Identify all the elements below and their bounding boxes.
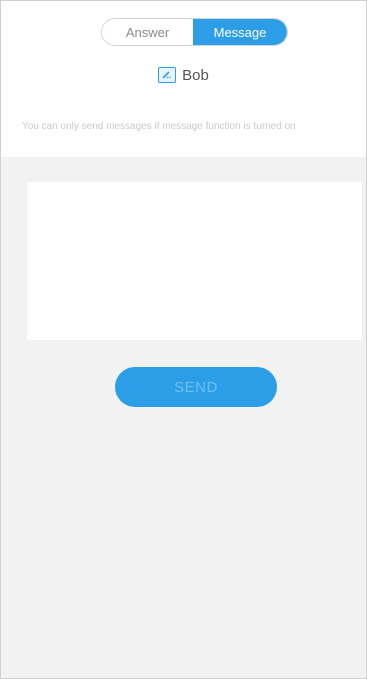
recipient-row: Bob	[1, 64, 366, 86]
tab-switcher: Answer Message	[101, 18, 288, 46]
tab-answer[interactable]: Answer	[102, 19, 193, 45]
message-input[interactable]	[27, 182, 362, 340]
notice-text: You can only send messages if message fu…	[22, 121, 296, 132]
header-panel: Answer Message Bob You can only send mes…	[1, 1, 366, 157]
tab-message[interactable]: Message	[193, 19, 287, 45]
app-window: Answer Message Bob You can only send mes…	[0, 0, 367, 679]
edit-icon[interactable]	[158, 67, 177, 83]
recipient-name: Bob	[182, 66, 209, 84]
send-button[interactable]: SEND	[115, 367, 277, 407]
